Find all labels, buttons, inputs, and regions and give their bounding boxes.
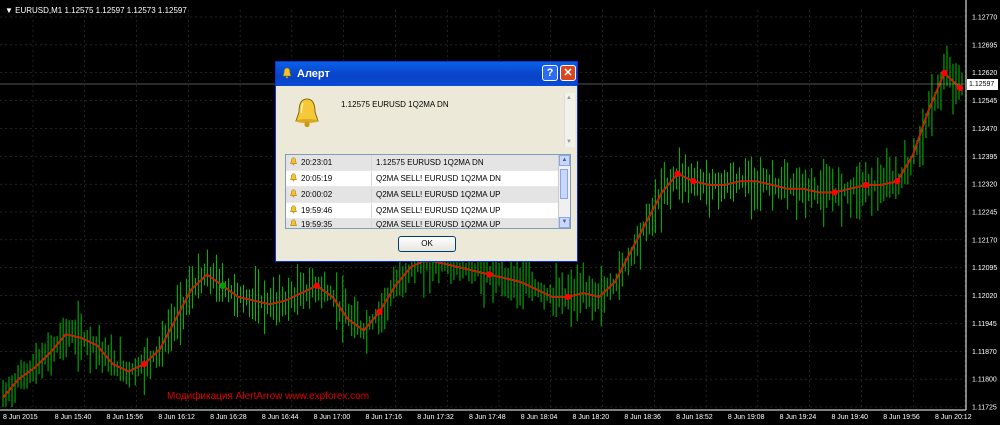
alert-history-list[interactable]: 20:23:01 1.12575 EURUSD 1Q2MA DN 20:05:19…	[285, 154, 571, 229]
time-label: 8 Jun 19:40	[831, 414, 868, 421]
list-scrollbar[interactable]: ▲ ▼	[558, 155, 570, 228]
time-axis: 8 Jun 2015 8 Jun 15:40 8 Jun 15:56 8 Jun 16…	[3, 414, 972, 421]
alert-text: 1.12575 EURUSD 1Q2MA DN	[376, 158, 484, 167]
signal-dot	[690, 178, 697, 185]
list-item[interactable]: 19:59:46 Q2MA SELL! EURUSD 1Q2MA UP	[286, 203, 570, 219]
time-label: 8 Jun 2015	[3, 414, 38, 421]
time-label: 8 Jun 19:56	[883, 414, 920, 421]
price-label: 1.12545	[972, 98, 997, 105]
price-label: 1.11725	[972, 405, 997, 412]
price-label: 1.12245	[972, 210, 997, 217]
time-label: 8 Jun 18:04	[521, 414, 558, 421]
signal-dot	[674, 170, 681, 177]
signal-dot	[956, 84, 964, 92]
alert-text: Q2MA SELL! EURUSD 1Q2MA UP	[376, 219, 501, 229]
large-bell-icon	[292, 97, 322, 134]
signal-dot	[862, 181, 870, 189]
signal-dot	[313, 282, 320, 289]
signal-dot	[140, 360, 148, 368]
price-label: 1.11870	[972, 349, 997, 356]
bell-icon	[281, 67, 293, 82]
alert-time: 20:05:19	[301, 174, 333, 183]
signal-dot	[831, 189, 838, 196]
time-label: 8 Jun 17:16	[365, 414, 402, 421]
symbol-title-text: EURUSD,M1 1.12575 1.12597 1.12573 1.1259…	[15, 6, 187, 15]
symbol-title: ▼ EURUSD,M1 1.12575 1.12597 1.12573 1.12…	[5, 6, 187, 15]
list-item[interactable]: 19:59:35 Q2MA SELL! EURUSD 1Q2MA UP	[286, 219, 570, 229]
price-label: 1.11945	[972, 321, 997, 328]
price-axis: 1.12770 1.12695 1.12620 1.12545 1.12470 1.123…	[972, 15, 997, 412]
price-label: 1.12770	[972, 15, 997, 22]
time-label: 8 Jun 15:56	[107, 414, 144, 421]
time-label: 8 Jun 19:24	[780, 414, 817, 421]
bell-icon	[289, 189, 298, 200]
alert-text: Q2MA SELL! EURUSD 1Q2MA UP	[376, 190, 501, 199]
bell-icon	[289, 205, 298, 216]
price-label: 1.11800	[972, 377, 997, 384]
scroll-down-button[interactable]: ▼	[559, 217, 570, 228]
alert-time: 20:00:02	[301, 190, 333, 199]
alert-message-area: 1.12575 EURUSD 1Q2MA DN ▲ ▼	[282, 92, 575, 149]
alert-dialog-title: Алерт	[297, 68, 330, 80]
price-label: 1.12095	[972, 265, 997, 272]
bell-icon	[289, 157, 298, 168]
signal-dot	[564, 293, 571, 301]
bell-icon	[289, 219, 298, 228]
close-button[interactable]: ✕	[560, 65, 576, 81]
alert-dialog: Алерт ? ✕ 1.12575 EURUSD 1Q2MA DN ▲ ▼ 20…	[275, 61, 578, 262]
list-item[interactable]: 20:23:01 1.12575 EURUSD 1Q2MA DN	[286, 155, 570, 171]
list-item[interactable]: 20:00:02 Q2MA SELL! EURUSD 1Q2MA UP	[286, 187, 570, 203]
current-price-tag: 1.12597	[967, 79, 998, 90]
time-label: 8 Jun 18:20	[573, 414, 610, 421]
alert-dialog-titlebar[interactable]: Алерт ? ✕	[276, 62, 577, 86]
signal-dot	[219, 282, 226, 289]
signal-dot	[376, 308, 383, 316]
list-item[interactable]: 20:05:19 Q2MA SELL! EURUSD 1Q2MA DN	[286, 171, 570, 187]
price-label: 1.12470	[972, 126, 997, 133]
help-button[interactable]: ?	[542, 65, 558, 81]
bell-icon	[289, 173, 298, 184]
alert-time: 19:59:46	[301, 206, 333, 215]
time-label: 8 Jun 18:52	[676, 414, 713, 421]
time-label: 8 Jun 16:12	[158, 414, 195, 421]
price-label: 1.12170	[972, 237, 997, 244]
time-label: 8 Jun 19:08	[728, 414, 765, 421]
alert-text: Q2MA SELL! EURUSD 1Q2MA DN	[376, 174, 501, 183]
alert-time: 19:59:35	[301, 219, 333, 229]
signal-dot	[894, 178, 901, 185]
scroll-up-button[interactable]: ▲	[559, 155, 570, 166]
watermark-text: Модификация AlertArrow www.expforex.com	[167, 391, 370, 402]
time-label: 8 Jun 17:00	[314, 414, 351, 421]
alert-time: 20:23:01	[301, 158, 333, 167]
price-label: 1.12020	[972, 293, 997, 300]
time-label: 8 Jun 18:36	[624, 414, 661, 421]
time-label: 8 Jun 17:32	[417, 414, 454, 421]
ok-button[interactable]: OK	[398, 236, 456, 252]
scroll-thumb[interactable]	[560, 169, 568, 199]
price-label: 1.12320	[972, 182, 997, 189]
message-scrollbar[interactable]: ▲ ▼	[564, 93, 575, 147]
time-label: 8 Jun 20:12	[935, 414, 972, 421]
time-label: 8 Jun 15:40	[55, 414, 92, 421]
price-label: 1.12695	[972, 42, 997, 49]
price-label: 1.12620	[972, 70, 997, 77]
signal-dot	[941, 69, 948, 77]
time-label: 8 Jun 16:28	[210, 414, 247, 421]
time-label: 8 Jun 16:44	[262, 414, 299, 421]
signal-dot	[486, 271, 493, 278]
price-label: 1.12395	[972, 154, 997, 161]
alert-text: Q2MA SELL! EURUSD 1Q2MA UP	[376, 206, 501, 215]
time-label: 8 Jun 17:48	[469, 414, 506, 421]
alert-message: 1.12575 EURUSD 1Q2MA DN	[341, 100, 449, 109]
